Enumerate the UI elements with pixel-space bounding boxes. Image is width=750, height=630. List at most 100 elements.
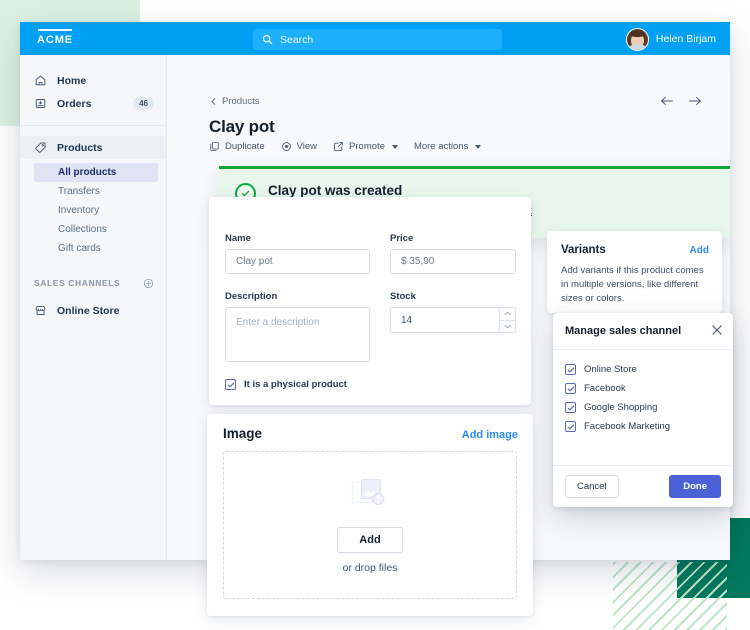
sidebar-subitem-inventory[interactable]: Inventory <box>20 201 166 220</box>
sidebar-item-products[interactable]: Products <box>20 136 166 159</box>
description-textarea[interactable]: Enter a description <box>225 307 370 362</box>
stock-label: Stock <box>390 291 416 302</box>
sidebar-subitem-transfers[interactable]: Transfers <box>20 182 166 201</box>
sidebar-item-label: Home <box>57 74 87 87</box>
channel-label: Online Store <box>584 364 637 375</box>
external-link-icon <box>333 141 344 152</box>
cancel-button[interactable]: Cancel <box>565 475 619 498</box>
duplicate-icon <box>209 141 220 152</box>
store-icon <box>34 304 47 317</box>
decorative-stripe-pattern <box>613 562 727 630</box>
view-button[interactable]: View <box>281 141 317 152</box>
add-variant-link[interactable]: Add <box>690 245 709 256</box>
image-upload-icon <box>349 477 391 515</box>
action-label: Promote <box>349 141 385 152</box>
image-card-title: Image <box>223 426 263 441</box>
variants-title: Variants <box>561 244 606 256</box>
action-label: View <box>296 141 318 152</box>
physical-product-label: It is a physical product <box>244 379 347 390</box>
search-placeholder: Search <box>280 33 314 46</box>
action-toolbar: Duplicate View Promote More actions <box>209 141 482 152</box>
sidebar-subitem-collections[interactable]: Collections <box>20 220 166 239</box>
logo-rule <box>38 29 72 31</box>
stock-input[interactable]: 14 <box>390 307 516 333</box>
description-label: Description <box>225 291 278 302</box>
sidebar-subitem-all-products[interactable]: All products <box>34 163 158 182</box>
sidebar-item-label: Online Store <box>57 304 120 317</box>
channel-checkbox-row[interactable]: Google Shopping <box>565 398 721 417</box>
banner-title: Clay pot was created <box>268 183 403 198</box>
duplicate-button[interactable]: Duplicate <box>209 141 265 152</box>
variants-card: Variants Add Add variants if this produc… <box>547 231 722 313</box>
sidebar-subitem-label: Inventory <box>58 205 100 216</box>
sidebar-subitem-label: Collections <box>58 224 107 235</box>
sidebar-item-orders[interactable]: Orders 46 <box>20 92 166 115</box>
breadcrumb[interactable]: Products <box>209 96 260 107</box>
pagination-arrows <box>660 95 702 107</box>
chevron-down-icon <box>391 144 398 149</box>
facebook-marketing-checkbox[interactable] <box>565 421 576 432</box>
eye-icon <box>281 141 292 152</box>
app-logo[interactable]: ACME <box>37 29 73 46</box>
dialog-body: Online Store Facebook Google Shopping Fa… <box>553 350 733 436</box>
price-label: Price <box>390 233 414 244</box>
more-actions-button[interactable]: More actions <box>413 141 482 152</box>
add-image-button[interactable]: Add <box>337 526 403 553</box>
channel-label: Facebook <box>584 383 626 394</box>
search-icon <box>262 34 273 45</box>
sidebar-subitem-gift-cards[interactable]: Gift cards <box>20 239 166 258</box>
user-menu[interactable]: Helen Birjam <box>625 27 716 51</box>
channel-checkbox-row[interactable]: Facebook <box>565 379 721 398</box>
sidebar-item-label: Orders <box>57 97 92 110</box>
dialog-footer: Cancel Done <box>553 465 733 507</box>
close-icon[interactable] <box>711 324 723 336</box>
plus-circle-icon[interactable] <box>143 278 154 289</box>
dialog-header: Manage sales channel <box>553 313 733 350</box>
facebook-checkbox[interactable] <box>565 383 576 394</box>
page-title: Clay pot <box>209 117 275 136</box>
physical-product-checkbox-row[interactable]: It is a physical product <box>225 379 347 390</box>
sidebar-item-online-store[interactable]: Online Store <box>20 299 166 322</box>
screenshot-root: ACME Search Helen Birjam Home Orders 46 … <box>0 0 750 630</box>
product-form-card: Name Clay pot Price $ 35,90 Description … <box>209 197 531 405</box>
logo-text: ACME <box>37 34 73 46</box>
chevron-down-icon[interactable] <box>500 319 515 333</box>
physical-product-checkbox[interactable] <box>225 379 236 390</box>
add-image-link[interactable]: Add image <box>462 429 518 441</box>
section-header-label: SALES CHANNELS <box>34 278 121 288</box>
channel-label: Facebook Marketing <box>584 421 671 432</box>
search-input[interactable]: Search <box>253 29 502 50</box>
name-input[interactable]: Clay pot <box>225 249 370 274</box>
sidebar-subitem-label: Gift cards <box>58 243 101 254</box>
manage-sales-channel-dialog: Manage sales channel Online Store Facebo… <box>553 313 733 507</box>
sidebar: Home Orders 46 Products All products Tra… <box>20 55 167 560</box>
sidebar-divider <box>20 125 166 126</box>
dialog-title: Manage sales channel <box>565 325 682 337</box>
tag-icon <box>34 141 47 154</box>
stock-stepper[interactable] <box>499 308 515 332</box>
image-dropzone[interactable]: Add or drop files <box>223 451 517 599</box>
google-shopping-checkbox[interactable] <box>565 402 576 413</box>
sidebar-subitem-label: All products <box>58 167 117 178</box>
price-input[interactable]: $ 35,90 <box>390 249 516 274</box>
arrow-right-icon[interactable] <box>688 95 702 107</box>
arrow-left-icon[interactable] <box>660 95 674 107</box>
done-button[interactable]: Done <box>669 475 721 498</box>
channel-checkbox-row[interactable]: Facebook Marketing <box>565 417 721 436</box>
image-card: Image Add image Add or drop files <box>207 414 533 616</box>
promote-button[interactable]: Promote <box>333 141 398 152</box>
online-store-checkbox[interactable] <box>565 364 576 375</box>
name-label: Name <box>225 233 251 244</box>
chevron-down-icon <box>475 144 482 149</box>
chevron-up-icon[interactable] <box>500 308 515 320</box>
sidebar-item-home[interactable]: Home <box>20 69 166 92</box>
action-label: More actions <box>413 141 469 152</box>
drop-files-text: or drop files <box>342 561 398 574</box>
channel-checkbox-row[interactable]: Online Store <box>565 360 721 379</box>
variants-description: Add variants if this product comes in mu… <box>561 265 704 304</box>
orders-icon <box>34 97 47 110</box>
channel-label: Google Shopping <box>584 402 658 413</box>
top-bar: ACME Search Helen Birjam <box>20 22 730 55</box>
action-label: Duplicate <box>225 141 265 152</box>
home-icon <box>34 74 47 87</box>
